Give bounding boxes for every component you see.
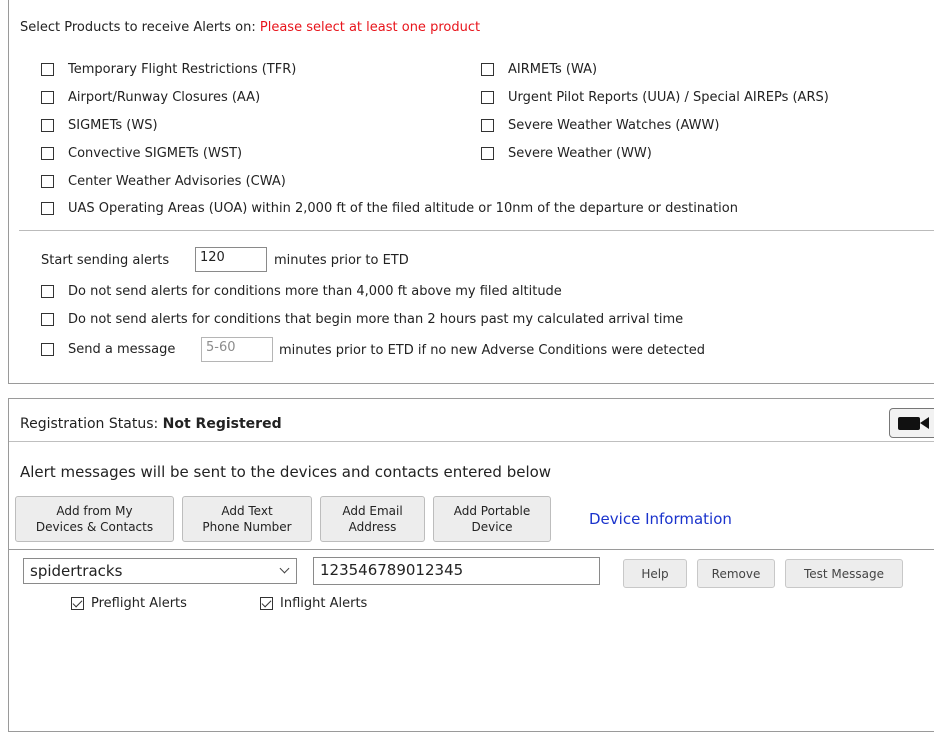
tfr-label: Temporary Flight Restrictions (TFR) — [68, 62, 297, 77]
add-portable-line1: Add Portable — [453, 504, 531, 518]
device-type-select[interactable]: spidertracks — [23, 558, 297, 584]
video-camera-lens-icon — [920, 417, 929, 429]
send-message-option[interactable]: Send a message — [41, 342, 175, 357]
preflight-alerts-option[interactable]: Preflight Alerts — [71, 596, 187, 611]
cwa-label: Center Weather Advisories (CWA) — [68, 174, 286, 189]
products-panel: Select Products to receive Alerts on: Pl… — [8, 0, 934, 384]
test-message-button[interactable]: Test Message — [785, 559, 903, 588]
wst-label: Convective SIGMETs (WST) — [68, 146, 243, 161]
cwa-checkbox[interactable] — [41, 175, 54, 188]
inflight-alerts-label: Inflight Alerts — [280, 596, 368, 611]
start-alerts-prefix: Start sending alerts — [41, 253, 170, 268]
ww-checkbox[interactable] — [481, 147, 494, 160]
preflight-alerts-label: Preflight Alerts — [91, 596, 187, 611]
registration-status-label: Registration Status: — [20, 416, 159, 432]
wa-label: AIRMETs (WA) — [508, 62, 598, 77]
products-header-label: Select Products to receive Alerts on: — [20, 20, 256, 35]
add-from-devices-line1: Add from My — [56, 504, 133, 518]
aa-checkbox[interactable] — [41, 91, 54, 104]
device-type-value: spidertracks — [30, 562, 123, 580]
start-minutes-input[interactable]: 120 — [195, 247, 267, 272]
altitude-option-label: Do not send alerts for conditions more t… — [68, 284, 562, 299]
add-text-line2: Phone Number — [202, 520, 292, 534]
product-tfr[interactable]: Temporary Flight Restrictions (TFR) — [41, 62, 296, 77]
add-text-line1: Add Text — [221, 504, 273, 518]
registration-header-divider — [9, 441, 934, 442]
arrival-option-checkbox[interactable] — [41, 313, 54, 326]
chevron-down-icon — [279, 563, 290, 574]
inflight-alerts-checkbox[interactable] — [260, 597, 273, 610]
arrival-option[interactable]: Do not send alerts for conditions that b… — [41, 312, 683, 327]
products-divider — [19, 230, 934, 231]
altitude-option[interactable]: Do not send alerts for conditions more t… — [41, 284, 562, 299]
ww-label: Severe Weather (WW) — [508, 146, 652, 161]
device-information-link[interactable]: Device Information — [589, 510, 732, 528]
add-from-devices-line2: Devices & Contacts — [35, 520, 154, 534]
device-address-input[interactable]: 123546789012345 — [313, 557, 600, 585]
product-uua[interactable]: Urgent Pilot Reports (UUA) / Special AIR… — [481, 90, 829, 105]
product-wa[interactable]: AIRMETs (WA) — [481, 62, 597, 77]
aa-label: Airport/Runway Closures (AA) — [68, 90, 261, 105]
send-message-checkbox[interactable] — [41, 343, 54, 356]
add-from-devices-button[interactable]: Add from My Devices & Contacts — [15, 496, 174, 542]
send-message-minutes-input[interactable]: 5-60 — [201, 337, 273, 362]
uua-checkbox[interactable] — [481, 91, 494, 104]
aww-label: Severe Weather Watches (AWW) — [508, 118, 720, 133]
send-message-prefix: Send a message — [68, 342, 176, 357]
uua-label: Urgent Pilot Reports (UUA) / Special AIR… — [508, 90, 829, 105]
product-ww[interactable]: Severe Weather (WW) — [481, 146, 652, 161]
registration-status-value: Not Registered — [162, 416, 282, 432]
add-portable-line2: Device — [471, 520, 513, 534]
registration-status: Registration Status: Not Registered — [20, 416, 282, 432]
add-text-phone-button[interactable]: Add Text Phone Number — [182, 496, 312, 542]
remove-button[interactable]: Remove — [697, 559, 775, 588]
uoa-label: UAS Operating Areas (UOA) within 2,000 f… — [68, 201, 738, 216]
start-alerts-suffix: minutes prior to ETD — [274, 253, 409, 268]
video-camera-icon — [898, 417, 920, 430]
add-portable-device-button[interactable]: Add Portable Device — [433, 496, 551, 542]
add-email-line1: Add Email — [342, 504, 403, 518]
products-warning: Please select at least one product — [259, 20, 481, 35]
ws-checkbox[interactable] — [41, 119, 54, 132]
wst-checkbox[interactable] — [41, 147, 54, 160]
altitude-option-checkbox[interactable] — [41, 285, 54, 298]
wa-checkbox[interactable] — [481, 63, 494, 76]
inflight-alerts-option[interactable]: Inflight Alerts — [260, 596, 367, 611]
tfr-checkbox[interactable] — [41, 63, 54, 76]
product-ws[interactable]: SIGMETs (WS) — [41, 118, 158, 133]
help-button[interactable]: Help — [623, 559, 687, 588]
registration-info-text: Alert messages will be sent to the devic… — [20, 463, 552, 481]
registration-panel: Registration Status: Not Registered Aler… — [8, 398, 934, 732]
product-cwa[interactable]: Center Weather Advisories (CWA) — [41, 174, 286, 189]
product-uoa[interactable]: UAS Operating Areas (UOA) within 2,000 f… — [41, 201, 738, 216]
send-message-suffix: minutes prior to ETD if no new Adverse C… — [279, 343, 705, 358]
product-aa[interactable]: Airport/Runway Closures (AA) — [41, 90, 260, 105]
device-list-area: spidertracks 123546789012345 Help Remove… — [9, 549, 934, 731]
product-aww[interactable]: Severe Weather Watches (AWW) — [481, 118, 719, 133]
aww-checkbox[interactable] — [481, 119, 494, 132]
products-header: Select Products to receive Alerts on: Pl… — [20, 20, 480, 35]
arrival-option-label: Do not send alerts for conditions that b… — [68, 312, 684, 327]
uoa-checkbox[interactable] — [41, 202, 54, 215]
add-email-button[interactable]: Add Email Address — [320, 496, 425, 542]
video-help-button[interactable] — [889, 408, 934, 438]
ws-label: SIGMETs (WS) — [68, 118, 158, 133]
preflight-alerts-checkbox[interactable] — [71, 597, 84, 610]
product-wst[interactable]: Convective SIGMETs (WST) — [41, 146, 242, 161]
add-email-line2: Address — [348, 520, 397, 534]
